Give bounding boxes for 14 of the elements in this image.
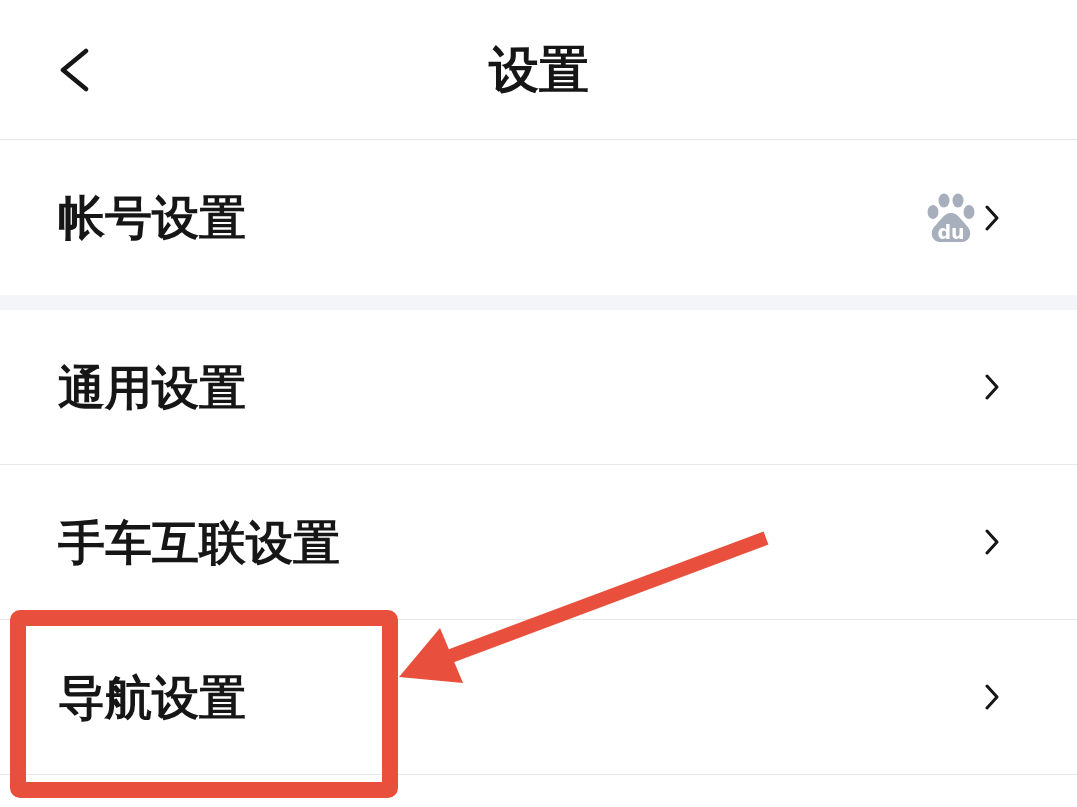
row-label: 帐号设置 [58,194,246,241]
page-title: 设置 [488,44,589,95]
row-label: 导航设置 [58,673,246,721]
row-label: 手车互联设置 [58,518,340,566]
chevron-right-icon [985,529,999,555]
settings-row[interactable]: 导航设置 [0,620,1077,775]
settings-row[interactable]: 通用设置 [0,310,1077,465]
chevron-left-icon [58,47,90,92]
chevron-right-icon [985,684,999,710]
settings-row[interactable]: 帐号设置 du [0,140,1077,295]
chevron-right-icon [985,204,999,231]
settings-row[interactable]: 手车互联设置 [0,465,1077,620]
row-label: 通用设置 [58,363,246,411]
chevron-right-icon [985,374,999,400]
